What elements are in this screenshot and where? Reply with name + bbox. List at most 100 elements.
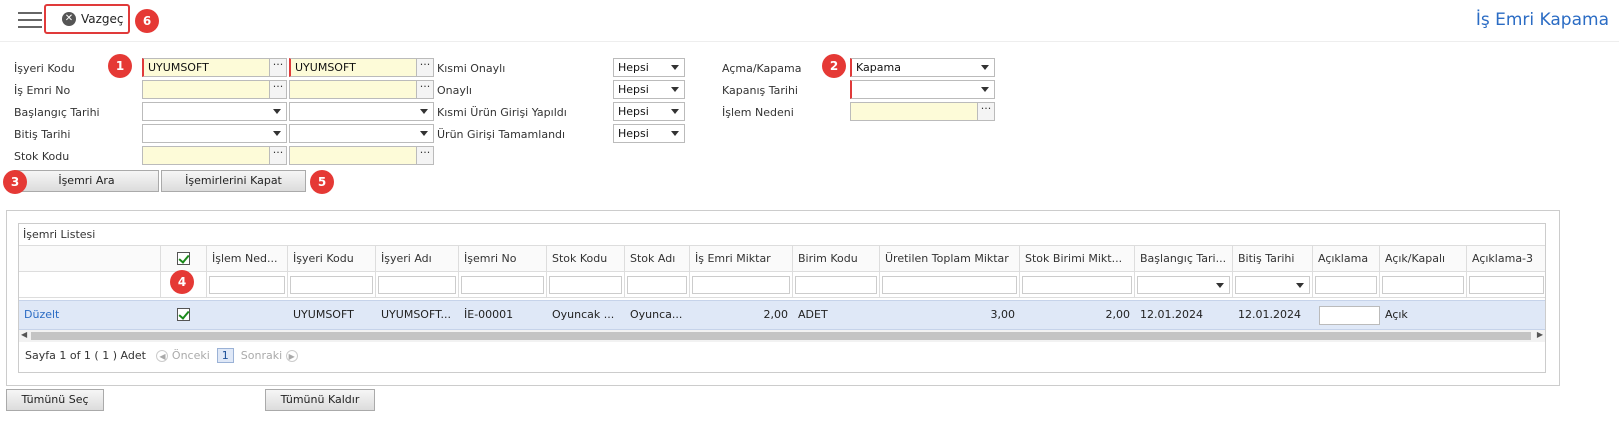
isyeri-kodu-to-field[interactable]: UYUMSOFT ··· — [289, 58, 434, 77]
cancel-button[interactable]: ✕ Vazgeç — [44, 4, 130, 34]
search-orders-button[interactable]: İşemri Ara — [14, 170, 159, 192]
scroll-right-icon[interactable]: ▶ — [1537, 330, 1543, 339]
edit-link[interactable]: Düzelt — [19, 300, 161, 330]
is-emri-no-from-field[interactable]: ··· — [142, 80, 287, 99]
step-badge-1: 1 — [108, 54, 132, 78]
horizontal-scrollbar[interactable]: ◀ ▶ — [19, 330, 1545, 342]
aciklama-input[interactable] — [1319, 306, 1380, 325]
filter-input[interactable] — [795, 276, 877, 294]
prev-link[interactable]: Önceki — [172, 349, 210, 362]
cell-isyeri-kodu: UYUMSOFT — [293, 308, 354, 321]
filter-input[interactable] — [549, 276, 622, 294]
column-header[interactable]: Stok Kodu — [547, 246, 625, 272]
column-header[interactable]: Açıklama — [1313, 246, 1380, 272]
cell-baslangic: 12.01.2024 — [1140, 308, 1203, 321]
bitis-tarihi-to-field[interactable] — [289, 124, 434, 143]
menu-icon[interactable] — [18, 12, 42, 30]
onayli-label: Onaylı — [437, 84, 472, 97]
filter-cell — [547, 272, 625, 298]
lookup-button[interactable]: ··· — [977, 103, 994, 120]
lookup-button[interactable]: ··· — [269, 147, 286, 164]
edit-column-header — [19, 246, 161, 272]
filter-date[interactable] — [1235, 276, 1310, 294]
filter-input[interactable] — [290, 276, 373, 294]
islem-nedeni-field[interactable]: ··· — [850, 102, 995, 121]
kapanis-tarihi-field[interactable] — [850, 80, 995, 99]
lookup-button[interactable]: ··· — [416, 59, 433, 76]
cell-acik-kapali: Açık — [1385, 308, 1408, 321]
next-icon[interactable]: ▶ — [285, 350, 298, 362]
deselect-all-button[interactable]: Tümünü Kaldır — [265, 389, 375, 411]
next-link[interactable]: Sonraki — [241, 349, 282, 362]
row-checkbox[interactable] — [177, 308, 190, 321]
select-all-checkbox[interactable] — [177, 252, 190, 265]
select-all-checkbox-cell[interactable] — [161, 246, 207, 272]
step-badge-6: 6 — [135, 9, 159, 33]
column-header[interactable]: Açıklama-3 — [1467, 246, 1545, 272]
urun-girisi-tamam-select[interactable]: Hepsi — [613, 124, 685, 143]
onayli-select[interactable]: Hepsi — [613, 80, 685, 99]
chevron-down-icon — [273, 109, 281, 114]
column-header[interactable]: Birim Kodu — [793, 246, 880, 272]
filter-cell — [459, 272, 547, 298]
filter-cell — [207, 272, 288, 298]
isyeri-kodu-from-field[interactable]: UYUMSOFT ··· — [142, 58, 287, 77]
bitis-tarihi-label: Bitiş Tarihi — [14, 128, 71, 141]
column-header[interactable]: Üretilen Toplam Miktar — [880, 246, 1020, 272]
filter-input[interactable] — [882, 276, 1017, 294]
column-header[interactable]: İşlem Ned... — [207, 246, 288, 272]
stok-kodu-from-field[interactable]: ··· — [142, 146, 287, 165]
filter-input[interactable] — [378, 276, 456, 294]
filter-input[interactable] — [692, 276, 790, 294]
filter-cell — [1135, 272, 1233, 298]
filter-cell — [1313, 272, 1380, 298]
column-header[interactable]: Başlangıç Tari... — [1135, 246, 1233, 272]
column-header[interactable]: Bitiş Tarihi — [1233, 246, 1313, 272]
baslangic-tarihi-label: Başlangıç Tarihi — [14, 106, 100, 119]
column-header[interactable]: Açık/Kapalı — [1380, 246, 1467, 272]
scrollbar-thumb[interactable] — [31, 332, 1531, 340]
filter-cell — [19, 272, 161, 298]
filter-cell — [1233, 272, 1313, 298]
isyeri-kodu-from-value: UYUMSOFT — [148, 61, 209, 74]
filter-date[interactable] — [1137, 276, 1230, 294]
lookup-button[interactable]: ··· — [416, 147, 433, 164]
close-orders-button[interactable]: İşemirlerini Kapat — [161, 170, 306, 192]
baslangic-tarihi-from-field[interactable] — [142, 102, 287, 121]
page-number[interactable]: 1 — [216, 348, 234, 363]
filter-input[interactable] — [1469, 276, 1544, 294]
acma-kapama-select[interactable]: Kapama — [850, 58, 995, 77]
stok-kodu-to-field[interactable]: ··· — [289, 146, 434, 165]
pager-info: Sayfa 1 of 1 ( 1 ) Adet — [25, 349, 146, 362]
baslangic-tarihi-to-field[interactable] — [289, 102, 434, 121]
column-header[interactable]: İşyeri Adı — [376, 246, 459, 272]
lookup-button[interactable]: ··· — [269, 81, 286, 98]
filter-input[interactable] — [1315, 276, 1377, 294]
filter-input[interactable] — [461, 276, 544, 294]
prev-icon[interactable]: ◀ — [156, 350, 169, 362]
column-header[interactable]: Stok Birimi Mikt... — [1020, 246, 1135, 272]
filter-input[interactable] — [209, 276, 285, 294]
cell-isemri-no: İE-00001 — [464, 308, 514, 321]
column-header[interactable]: İşemri No — [459, 246, 547, 272]
scroll-left-icon[interactable]: ◀ — [21, 330, 27, 339]
lookup-button[interactable]: ··· — [416, 81, 433, 98]
select-all-button[interactable]: Tümünü Seç — [6, 389, 104, 411]
kapanis-tarihi-label: Kapanış Tarihi — [722, 84, 798, 97]
isyeri-kodu-to-value: UYUMSOFT — [295, 61, 356, 74]
chevron-down-icon — [1216, 283, 1224, 288]
kismi-urun-girisi-select[interactable]: Hepsi — [613, 102, 685, 121]
column-header[interactable]: İşyeri Kodu — [288, 246, 376, 272]
column-header[interactable]: Stok Adı — [625, 246, 690, 272]
lookup-button[interactable]: ··· — [269, 59, 286, 76]
filter-input[interactable] — [1022, 276, 1132, 294]
column-header[interactable]: İş Emri Miktar — [690, 246, 793, 272]
is-emri-no-to-field[interactable]: ··· — [289, 80, 434, 99]
cell-islem-nedeni — [207, 300, 288, 330]
cell-bitis: 12.01.2024 — [1238, 308, 1301, 321]
bitis-tarihi-from-field[interactable] — [142, 124, 287, 143]
filter-input[interactable] — [1382, 276, 1464, 294]
filter-cell — [793, 272, 880, 298]
kismi-onayli-select[interactable]: Hepsi — [613, 58, 685, 77]
filter-input[interactable] — [627, 276, 687, 294]
